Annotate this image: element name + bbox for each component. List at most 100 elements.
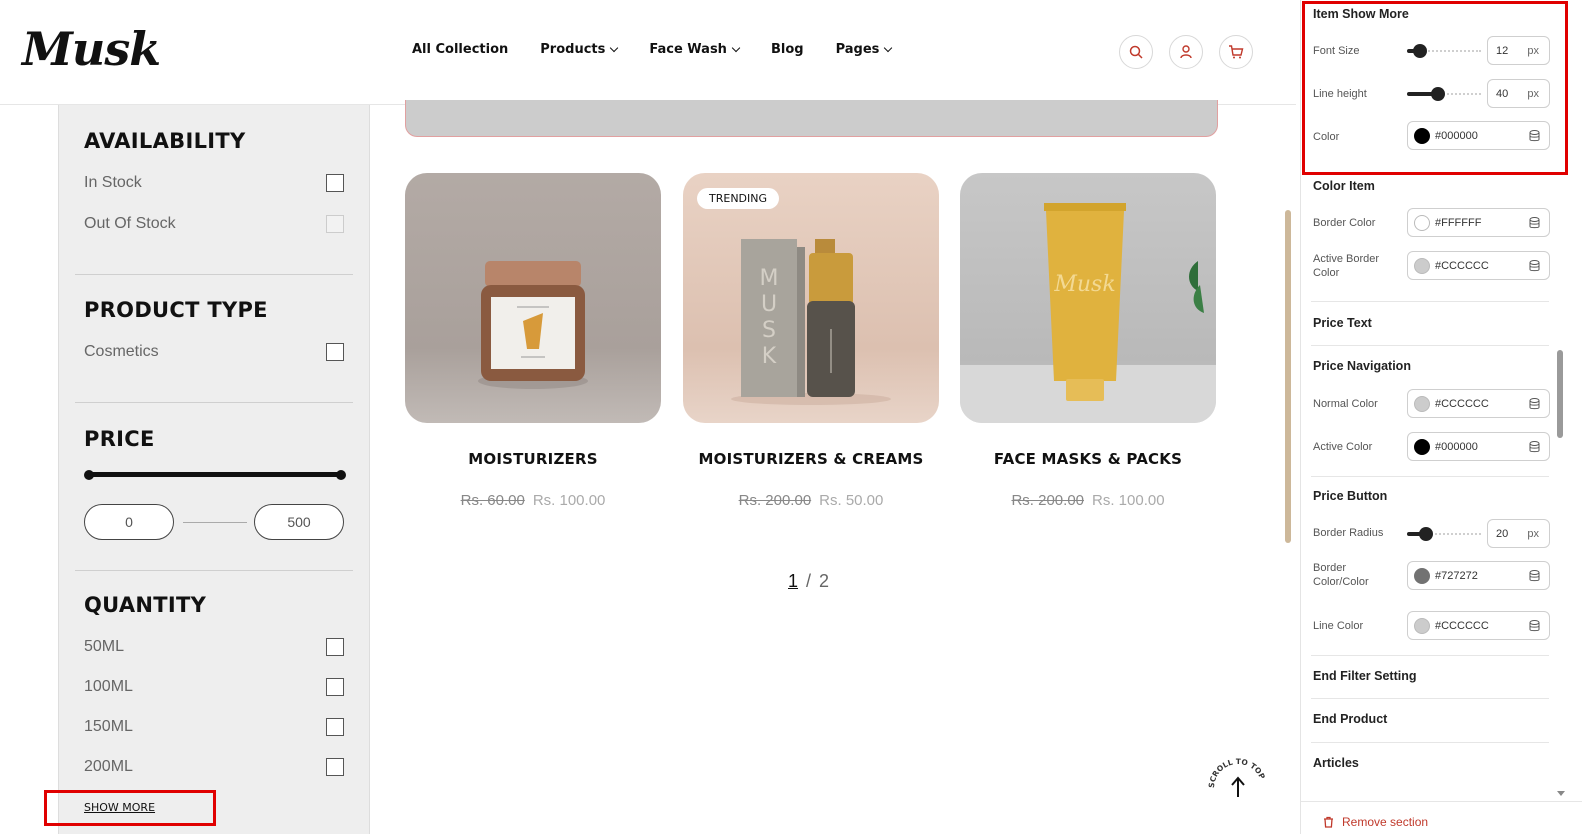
cart-button[interactable] [1219,35,1253,69]
filter-option[interactable]: 200ML [84,758,344,776]
product-image[interactable] [405,173,661,423]
active-color-picker[interactable]: #000000 [1407,432,1550,461]
color-hex: #FFFFFF [1435,217,1482,229]
color-picker[interactable]: #000000 [1407,121,1550,150]
price-range-track[interactable] [87,472,343,477]
price-min-input[interactable]: 0 [84,504,174,540]
checkbox[interactable] [326,758,344,776]
active-border-color-picker[interactable]: #CCCCCC [1407,251,1550,280]
nav-blog[interactable]: Blog [771,42,804,57]
nav-label: Face Wash [649,42,727,57]
header-actions [1119,35,1253,69]
nav-all-collection[interactable]: All Collection [412,42,508,57]
active-border-color-label: Active Border Color [1313,253,1380,279]
serum-image: M U S K [731,239,891,405]
nav-pages[interactable]: Pages [835,42,893,57]
line-height-slider[interactable] [1407,87,1481,101]
border-color-color-picker[interactable]: #727272 [1407,561,1550,590]
page-total[interactable]: 2 [819,571,829,592]
product-title[interactable]: MOISTURIZERS [405,450,661,468]
divider [1311,301,1549,302]
price-range-min-handle[interactable] [84,470,94,480]
normal-color-picker[interactable]: #CCCCCC [1407,389,1550,418]
filter-option[interactable]: 150ML [84,718,344,736]
database-icon[interactable] [1529,260,1540,272]
filter-option-label: 50ML [84,638,125,655]
line-height-value: 40 [1496,88,1509,100]
banner-placeholder [405,100,1218,137]
divider [1311,476,1549,477]
nav-products[interactable]: Products [540,42,619,57]
remove-section-button[interactable]: Remove section [1323,815,1428,829]
old-price: Rs. 200.00 [1011,492,1084,509]
active-color-label: Active Color [1313,441,1373,453]
brand-logo[interactable]: Musk [22,22,161,76]
section-price-button[interactable]: Price Button [1313,489,1387,503]
database-icon[interactable] [1529,398,1540,410]
scroll-to-top-button[interactable]: SCROLL TO TOP [1207,757,1269,819]
show-more-link[interactable]: SHOW MORE [84,801,155,814]
slider-handle[interactable] [1419,527,1433,541]
store-header: Musk All Collection Products Face Wash B… [0,0,1296,105]
color-hex: #CCCCCC [1435,398,1489,410]
product-image[interactable]: Musk [960,173,1216,423]
store-scrollbar[interactable] [1285,210,1291,543]
checkbox[interactable] [326,638,344,656]
filter-option[interactable]: 100ML [84,678,344,696]
checkbox[interactable] [326,718,344,736]
product-title[interactable]: MOISTURIZERS & CREAMS [683,450,939,468]
line-color-label: Line Color [1313,620,1364,632]
search-button[interactable] [1119,35,1153,69]
section-end-product[interactable]: End Product [1313,712,1387,726]
font-size-input[interactable]: 12 px [1487,36,1550,65]
color-swatch [1414,128,1430,144]
nav-label: Pages [835,42,880,57]
tube-image: Musk [960,203,1216,423]
database-icon[interactable] [1529,441,1540,453]
filter-option-label: 150ML [84,718,133,735]
database-icon[interactable] [1529,570,1540,582]
page-separator: / [806,571,812,591]
border-radius-slider[interactable] [1407,527,1481,541]
section-color-item[interactable]: Color Item [1313,179,1375,193]
filter-option-label: Out Of Stock [84,215,176,232]
account-button[interactable] [1169,35,1203,69]
section-price-navigation[interactable]: Price Navigation [1313,359,1411,373]
section-item-show-more[interactable]: Item Show More [1313,7,1409,21]
price-max-input[interactable]: 500 [254,504,344,540]
font-size-slider[interactable] [1407,44,1481,58]
product-price: Rs. 200.00 Rs. 100.00 [960,492,1216,509]
color-hex: #000000 [1435,441,1478,453]
divider [1311,345,1549,346]
database-icon[interactable] [1529,130,1540,142]
checkbox[interactable] [326,174,344,192]
checkbox[interactable] [326,678,344,696]
database-icon[interactable] [1529,217,1540,229]
scroll-to-top-icon: SCROLL TO TOP [1207,757,1267,797]
section-price-text[interactable]: Price Text [1313,316,1372,330]
section-end-filter-setting[interactable]: End Filter Setting [1313,669,1416,683]
filter-option[interactable]: Cosmetics [84,343,344,361]
nav-face-wash[interactable]: Face Wash [649,42,741,57]
sale-price: Rs. 50.00 [819,492,884,509]
scroll-down-arrow-icon[interactable] [1556,790,1566,798]
page-current[interactable]: 1 [788,571,798,592]
slider-handle[interactable] [1413,44,1427,58]
checkbox[interactable] [326,343,344,361]
product-image[interactable]: M U S K TRENDING [683,173,939,423]
line-color-picker[interactable]: #CCCCCC [1407,611,1550,640]
price-range-max-handle[interactable] [336,470,346,480]
border-color-label: Border Color [1313,217,1376,229]
panel-scrollbar[interactable] [1557,350,1563,438]
filter-option[interactable]: In Stock [84,174,344,192]
border-radius-input[interactable]: 20 px [1487,519,1550,548]
color-swatch [1414,568,1430,584]
filter-option[interactable]: 50ML [84,638,344,656]
section-articles[interactable]: Articles [1313,756,1359,770]
slider-handle[interactable] [1431,87,1445,101]
database-icon[interactable] [1529,620,1540,632]
product-title[interactable]: FACE MASKS & PACKS [960,450,1216,468]
line-height-label: Line height [1313,88,1367,100]
line-height-input[interactable]: 40 px [1487,79,1550,108]
border-color-picker[interactable]: #FFFFFF [1407,208,1550,237]
